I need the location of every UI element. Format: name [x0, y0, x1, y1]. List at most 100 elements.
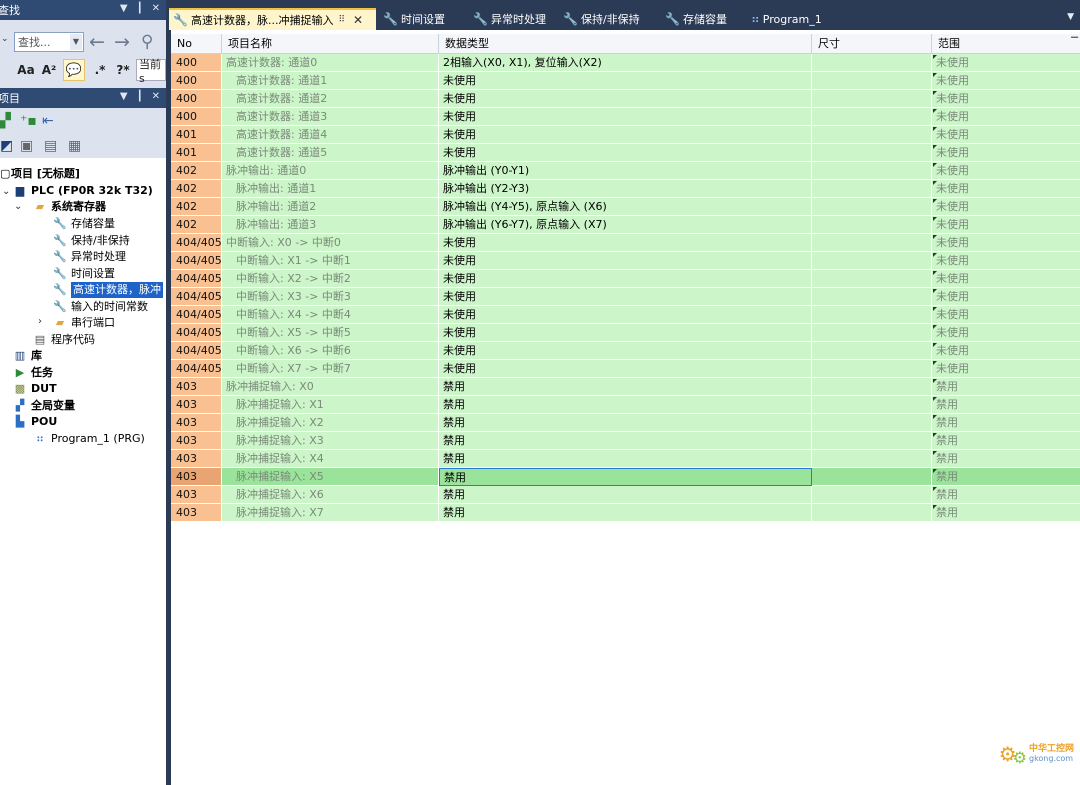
add-item-icon[interactable]: ▞ — [0, 113, 11, 129]
cell-no[interactable]: 403 — [171, 450, 222, 468]
cell-range[interactable]: 未使用 — [932, 198, 1080, 216]
panel-menu-icon[interactable]: ▼ — [120, 3, 128, 14]
cell-size[interactable] — [812, 378, 932, 396]
tree-item-program[interactable]: ⠶ Program_1 (PRG) — [32, 431, 145, 447]
tree-item-sysreg[interactable]: ▰ 系统寄存器 — [32, 199, 106, 215]
cell-name[interactable]: 脉冲捕捉输入: X6 — [222, 486, 439, 504]
pin-icon[interactable]: ┃ — [137, 91, 143, 102]
cell-no[interactable]: 404/405 — [171, 288, 222, 306]
cell-size[interactable] — [812, 54, 932, 72]
cell-range[interactable]: 未使用 — [932, 324, 1080, 342]
tree-item-pou[interactable]: ▙ POU — [12, 414, 58, 430]
cell-size[interactable] — [812, 90, 932, 108]
tab-time-settings[interactable]: 🔧 时间设置 — [379, 8, 451, 30]
cell-name[interactable]: 脉冲捕捉输入: X1 — [222, 396, 439, 414]
cell-type[interactable]: 禁用 — [439, 396, 812, 414]
table-row[interactable]: 403 脉冲捕捉输入: X1 禁用 禁用 — [171, 396, 1080, 414]
tree-root[interactable]: ▢ 项目 [无标题] — [0, 166, 80, 182]
tree-item-plc[interactable]: ▆ PLC (FP0R 32k T32) — [12, 183, 153, 199]
cell-range[interactable]: 未使用 — [932, 288, 1080, 306]
cell-range[interactable]: 未使用 — [932, 216, 1080, 234]
table-row[interactable]: 404/405 中断输入: X0 -> 中断0 未使用 未使用 — [171, 234, 1080, 252]
table-row[interactable]: 402 脉冲输出: 通道3 脉冲输出 (Y6-Y7), 原点输入 (X7) 未使用 — [171, 216, 1080, 234]
cell-type[interactable]: 未使用 — [439, 360, 812, 378]
cell-size[interactable] — [812, 126, 932, 144]
cell-type[interactable]: 脉冲输出 (Y2-Y3) — [439, 180, 812, 198]
cell-name[interactable]: 脉冲输出: 通道1 — [222, 180, 439, 198]
tab-retain[interactable]: 🔧 保持/非保持 — [559, 8, 646, 30]
chevron-down-icon[interactable]: ⌄ — [1, 34, 9, 44]
cell-no[interactable]: 404/405 — [171, 252, 222, 270]
cell-size[interactable] — [812, 324, 932, 342]
cell-no[interactable]: 401 — [171, 144, 222, 162]
cell-name[interactable]: 高速计数器: 通道0 — [222, 54, 439, 72]
cell-type[interactable]: 未使用 — [439, 270, 812, 288]
cell-range[interactable]: 未使用 — [932, 360, 1080, 378]
cell-range[interactable]: 未使用 — [932, 72, 1080, 90]
search-input[interactable]: 查找... ▼ — [14, 32, 84, 52]
chevron-down-icon[interactable]: ⌄ — [14, 201, 22, 212]
cell-size[interactable] — [812, 288, 932, 306]
table-row[interactable]: 402 脉冲输出: 通道2 脉冲输出 (Y4-Y5), 原点输入 (X6) 未使用 — [171, 198, 1080, 216]
back-arrow-icon[interactable]: ← — [89, 31, 105, 53]
table-row[interactable]: 404/405 中断输入: X2 -> 中断2 未使用 未使用 — [171, 270, 1080, 288]
cell-name[interactable]: 高速计数器: 通道2 — [222, 90, 439, 108]
tree-item-serial-port[interactable]: ▰ 串行端口 — [52, 315, 115, 331]
tree-item-global-vars[interactable]: ▞ 全局变量 — [12, 398, 75, 414]
table-row[interactable]: 403 脉冲捕捉输入: X7 禁用 禁用 — [171, 504, 1080, 522]
cell-type[interactable]: 未使用 — [439, 234, 812, 252]
cell-no[interactable]: 400 — [171, 108, 222, 126]
cell-size[interactable] — [812, 270, 932, 288]
cell-no[interactable]: 403 — [171, 396, 222, 414]
cell-name[interactable]: 中断输入: X2 -> 中断2 — [222, 270, 439, 288]
table-row[interactable]: 403 脉冲捕捉输入: X5 禁用 禁用 — [171, 468, 1080, 486]
cell-type[interactable]: 未使用 — [439, 108, 812, 126]
cell-type[interactable]: 2相输入(X0, X1), 复位输入(X2) — [439, 54, 812, 72]
table-row[interactable]: 403 脉冲捕捉输入: X3 禁用 禁用 — [171, 432, 1080, 450]
cell-size[interactable] — [812, 216, 932, 234]
cell-name[interactable]: 中断输入: X4 -> 中断4 — [222, 306, 439, 324]
cell-no[interactable]: 403 — [171, 414, 222, 432]
close-icon[interactable]: ✕ — [152, 3, 160, 14]
cell-type[interactable]: 未使用 — [439, 126, 812, 144]
column-menu-icon[interactable]: ▔ — [1071, 38, 1078, 48]
cell-size[interactable] — [812, 234, 932, 252]
cell-type[interactable]: 禁用 — [439, 414, 812, 432]
cell-range[interactable]: 禁用 — [932, 414, 1080, 432]
chevron-down-icon[interactable]: ⌄ — [2, 186, 10, 197]
cell-no[interactable]: 400 — [171, 72, 222, 90]
pin-icon[interactable]: ┃ — [137, 3, 143, 14]
match-case-button[interactable]: Aa — [16, 59, 36, 81]
cell-no[interactable]: 404/405 — [171, 360, 222, 378]
cell-range[interactable]: 未使用 — [932, 234, 1080, 252]
cell-type[interactable]: 未使用 — [439, 72, 812, 90]
cell-name[interactable]: 高速计数器: 通道1 — [222, 72, 439, 90]
cell-no[interactable]: 402 — [171, 162, 222, 180]
close-icon[interactable]: ✕ — [152, 91, 160, 102]
forward-arrow-icon[interactable]: → — [114, 31, 130, 53]
table-row[interactable]: 400 高速计数器: 通道0 2相输入(X0, X1), 复位输入(X2) 未使用 — [171, 54, 1080, 72]
cell-no[interactable]: 404/405 — [171, 306, 222, 324]
compile-icon[interactable]: ◩ — [0, 138, 13, 154]
cell-range[interactable]: 未使用 — [932, 306, 1080, 324]
cell-name[interactable]: 中断输入: X0 -> 中断0 — [222, 234, 439, 252]
monitor-icon[interactable]: ▤ — [44, 138, 57, 154]
cell-size[interactable] — [812, 162, 932, 180]
cell-size[interactable] — [812, 432, 932, 450]
cell-size[interactable] — [812, 486, 932, 504]
cell-name[interactable]: 脉冲输出: 通道2 — [222, 198, 439, 216]
table-row[interactable]: 402 脉冲输出: 通道1 脉冲输出 (Y2-Y3) 未使用 — [171, 180, 1080, 198]
cell-name[interactable]: 脉冲输出: 通道3 — [222, 216, 439, 234]
cell-name[interactable]: 中断输入: X1 -> 中断1 — [222, 252, 439, 270]
collapse-tree-icon[interactable]: ⇤ — [42, 113, 54, 129]
cell-size[interactable] — [812, 414, 932, 432]
wildcard-button[interactable]: ?* — [113, 59, 133, 81]
cell-type[interactable]: 脉冲输出 (Y0-Y1) — [439, 162, 812, 180]
tab-close-icon[interactable]: ✕ — [353, 13, 363, 27]
cell-size[interactable] — [812, 108, 932, 126]
cell-range[interactable]: 禁用 — [932, 486, 1080, 504]
cell-type[interactable]: 脉冲输出 (Y6-Y7), 原点输入 (X7) — [439, 216, 812, 234]
cell-size[interactable] — [812, 198, 932, 216]
cell-type[interactable]: 未使用 — [439, 342, 812, 360]
cell-range[interactable]: 禁用 — [932, 432, 1080, 450]
